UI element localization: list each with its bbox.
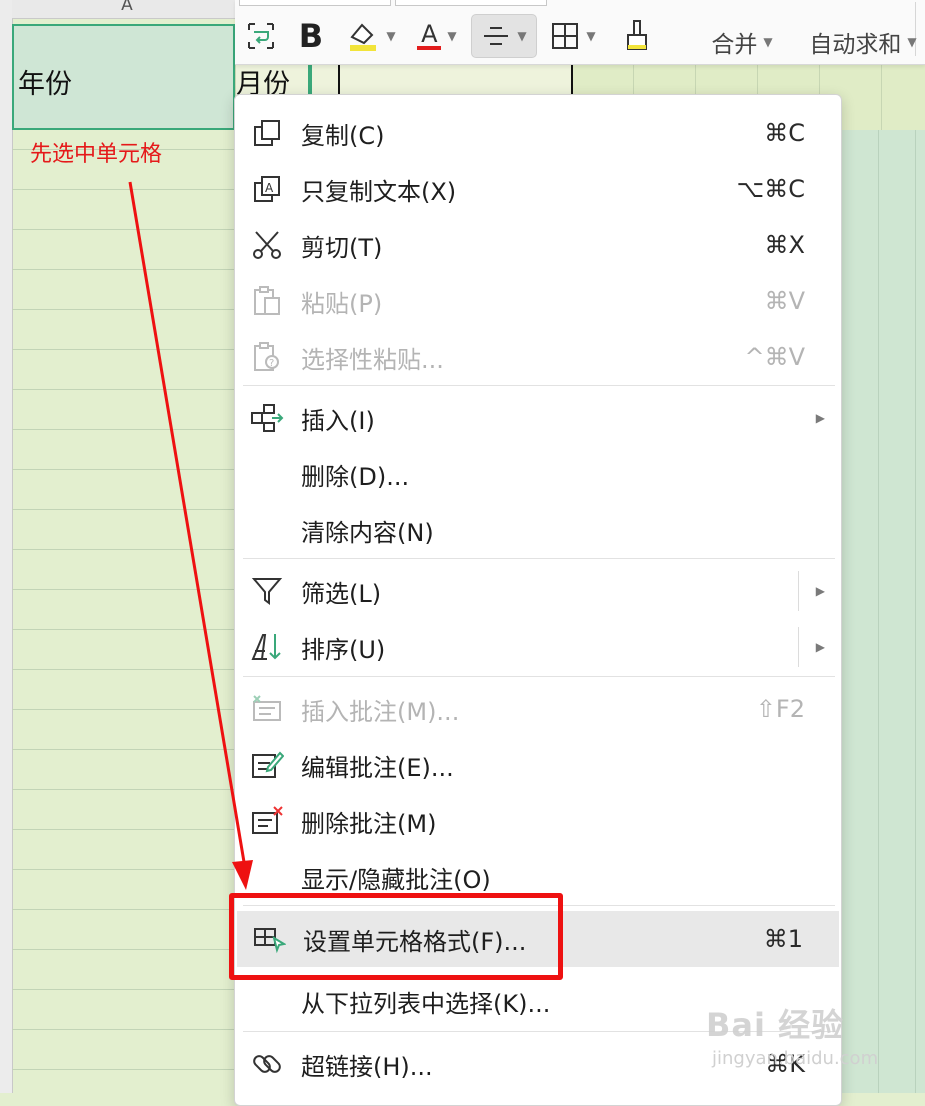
highlight-box [229, 893, 563, 980]
watermark-url: jingyan.baidu.com [712, 1048, 879, 1069]
watermark-logo: Bai 经验 [706, 1006, 845, 1044]
